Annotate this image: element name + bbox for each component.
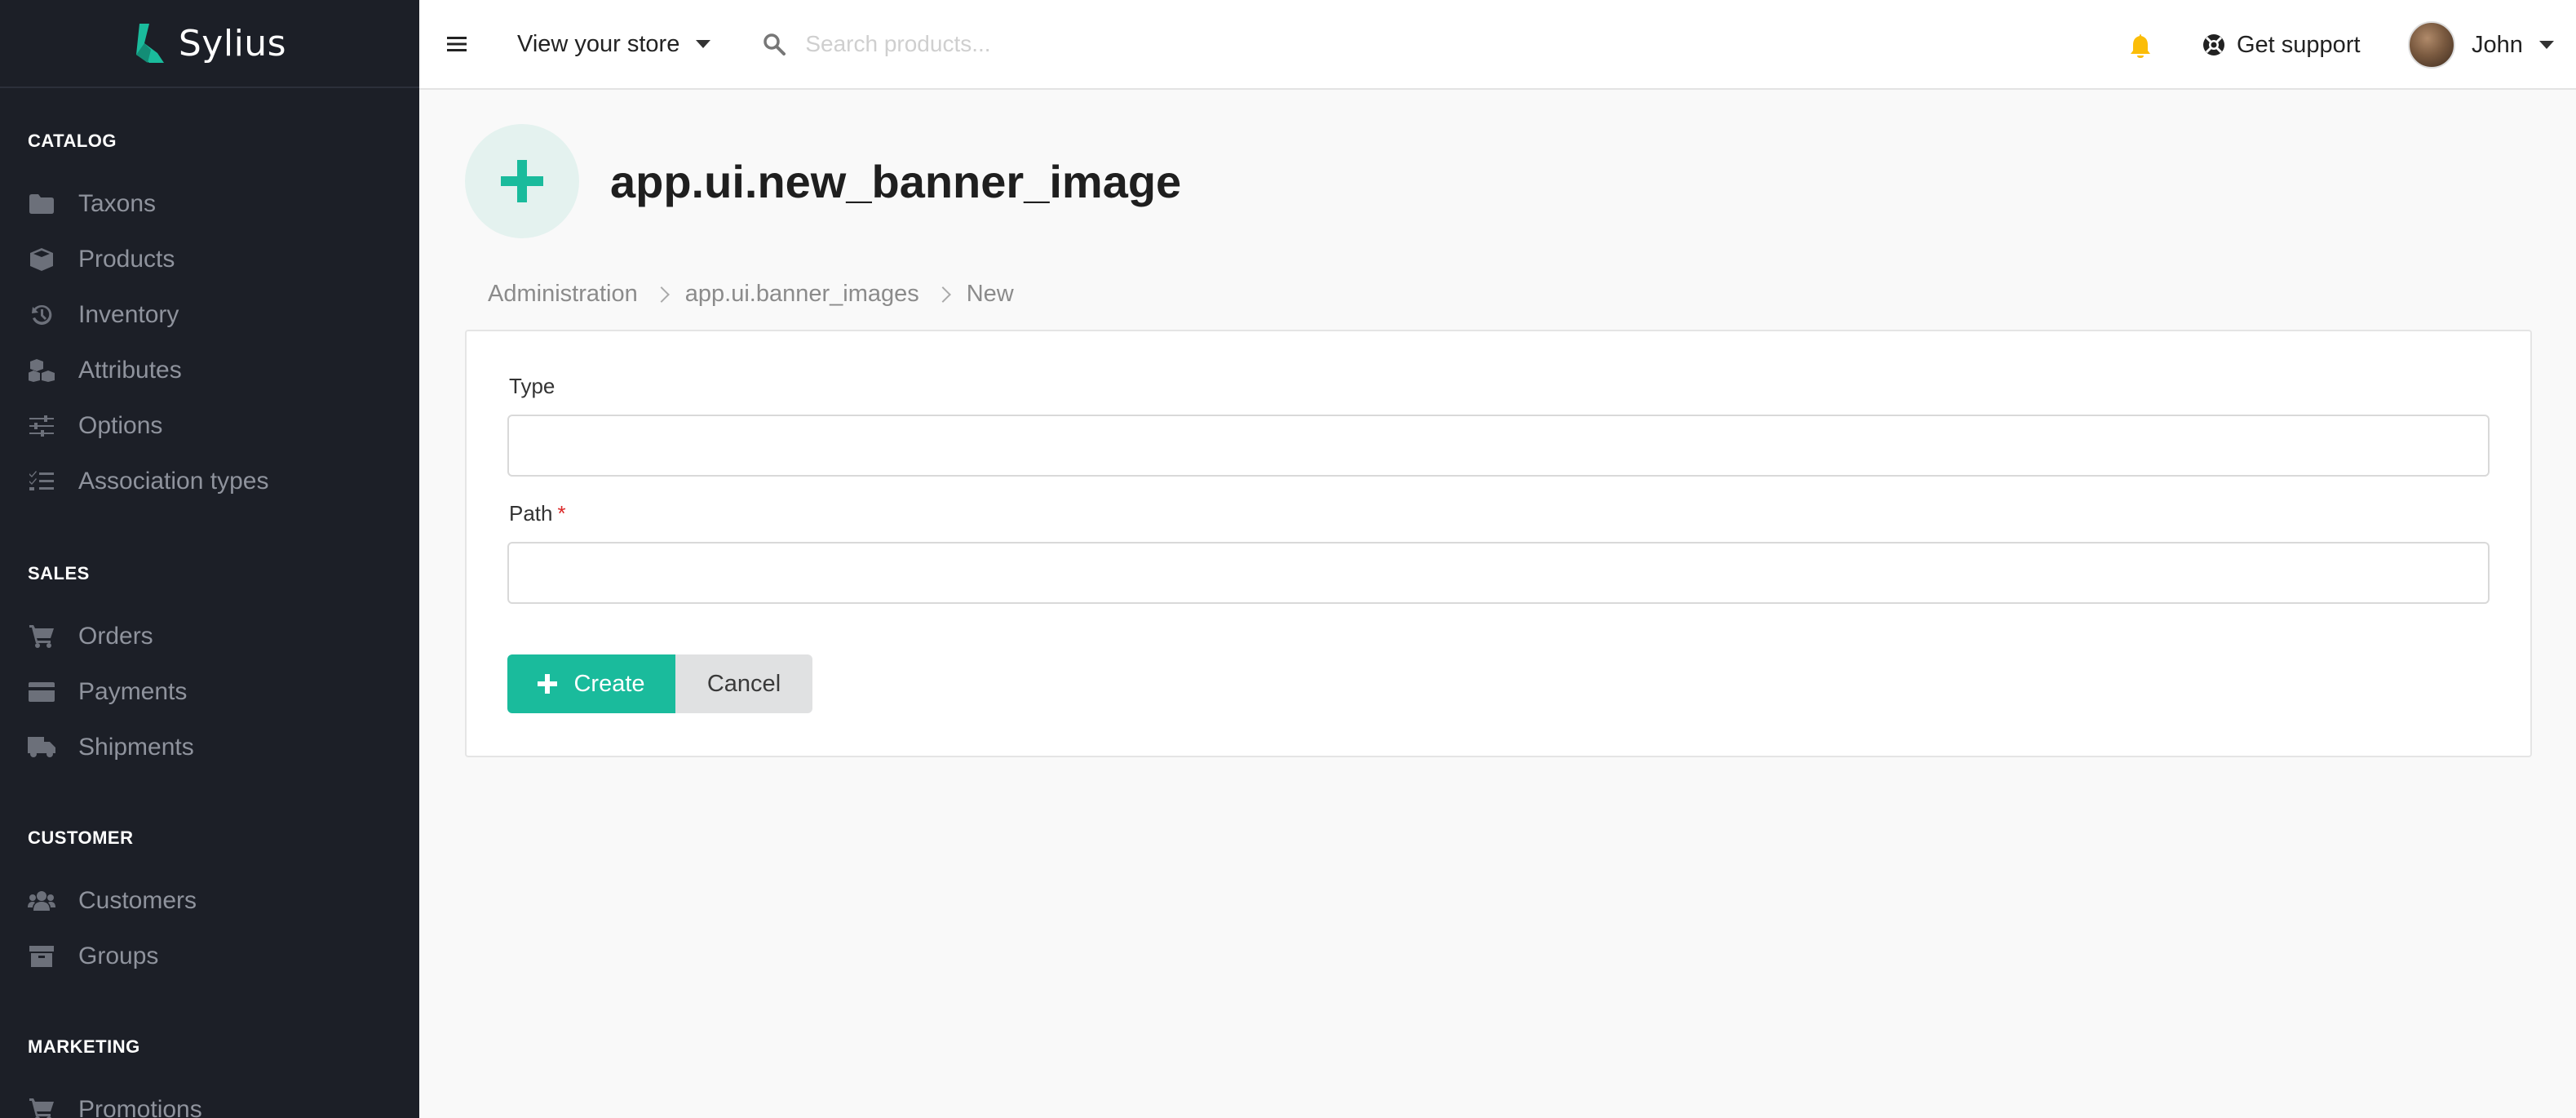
sidebar-item-attributes[interactable]: Attributes — [28, 343, 268, 398]
breadcrumb-administration[interactable]: Administration — [488, 281, 638, 308]
life-ring-icon — [2203, 34, 2224, 55]
sidebar-item-label: Promotions — [78, 1096, 202, 1118]
cube-icon — [28, 247, 55, 272]
sidebar-item-products[interactable]: Products — [28, 232, 268, 287]
cart-icon — [28, 624, 55, 649]
sidebar-item-shipments[interactable]: Shipments — [28, 720, 194, 775]
sidebar-item-label: Orders — [78, 623, 153, 650]
chevron-right-icon — [934, 286, 951, 303]
get-support-link[interactable]: Get support — [2202, 0, 2361, 90]
page-header: app.ui.new_banner_image — [465, 124, 1181, 238]
breadcrumb-current: New — [966, 281, 1014, 307]
nav-section-catalog: CATALOG — [28, 131, 117, 151]
type-input[interactable] — [507, 415, 2490, 477]
sylius-logo-icon — [135, 24, 164, 63]
sidebar-item-orders[interactable]: Orders — [28, 609, 194, 664]
plus-icon — [538, 674, 558, 694]
page-title: app.ui.new_banner_image — [610, 155, 1182, 207]
chevron-right-icon — [653, 286, 670, 303]
sidebar-item-label: Customers — [78, 887, 197, 914]
sidebar: Sylius CATALOG Taxons Products Inventory — [0, 0, 419, 1118]
tasks-icon — [28, 469, 55, 494]
nav-section-marketing: MARKETING — [28, 1036, 140, 1057]
search-icon — [764, 33, 786, 55]
search-input[interactable] — [805, 31, 1540, 57]
avatar — [2408, 21, 2455, 69]
view-store-dropdown[interactable]: View your store — [517, 30, 711, 58]
cancel-button[interactable]: Cancel — [675, 654, 812, 713]
chevron-down-icon — [2538, 41, 2554, 49]
topbar: View your store Get support John — [419, 0, 2576, 90]
sidebar-item-label: Association types — [78, 468, 269, 495]
hamburger-icon — [447, 37, 467, 51]
credit-card-icon — [28, 680, 55, 704]
notifications-bell-icon[interactable] — [2127, 33, 2153, 59]
get-support-label: Get support — [2237, 31, 2361, 58]
sidebar-item-customers[interactable]: Customers — [28, 873, 197, 929]
plus-icon — [501, 160, 543, 202]
create-button[interactable]: Create — [507, 654, 675, 713]
sidebar-item-payments[interactable]: Payments — [28, 664, 194, 720]
sidebar-item-label: Shipments — [78, 734, 194, 761]
sidebar-item-association-types[interactable]: Association types — [28, 454, 268, 509]
history-icon — [28, 303, 55, 327]
sidebar-item-taxons[interactable]: Taxons — [28, 176, 268, 232]
brand-name: Sylius — [178, 22, 287, 64]
path-label-text: Path — [509, 501, 553, 526]
brand[interactable]: Sylius — [0, 0, 419, 88]
search-bar — [763, 31, 2068, 57]
sidebar-item-label: Attributes — [78, 357, 182, 384]
sidebar-item-promotions[interactable]: Promotions — [28, 1082, 202, 1118]
sidebar-item-label: Inventory — [78, 301, 179, 328]
sidebar-item-label: Payments — [78, 678, 188, 705]
truck-icon — [28, 735, 55, 760]
header-icon-circle — [465, 124, 579, 238]
chevron-down-icon — [696, 40, 711, 48]
user-menu-dropdown[interactable]: John — [2408, 0, 2554, 90]
breadcrumb-banner-images[interactable]: app.ui.banner_images — [685, 281, 919, 308]
type-label-text: Type — [509, 374, 555, 398]
menu-toggle-button[interactable] — [447, 28, 489, 60]
users-icon — [28, 889, 55, 913]
cart-plus-icon — [28, 1098, 55, 1118]
nav-section-sales: SALES — [28, 563, 90, 583]
sidebar-item-options[interactable]: Options — [28, 398, 268, 454]
breadcrumb: Administration app.ui.banner_images New — [488, 281, 1014, 308]
sidebar-item-label: Groups — [78, 943, 159, 969]
sliders-icon — [28, 414, 55, 438]
nav-section-customer: CUSTOMER — [28, 827, 134, 848]
required-asterisk: * — [557, 501, 566, 526]
archive-icon — [28, 944, 55, 969]
create-button-label: Create — [573, 670, 645, 697]
sidebar-item-groups[interactable]: Groups — [28, 929, 197, 984]
path-field-label: Path * — [509, 501, 566, 526]
sidebar-item-inventory[interactable]: Inventory — [28, 287, 268, 343]
folder-icon — [28, 192, 55, 216]
banner-image-form: Type Path * Create Cancel — [465, 330, 2532, 757]
cubes-icon — [28, 358, 55, 383]
user-name: John — [2472, 31, 2523, 58]
sidebar-item-label: Options — [78, 412, 163, 439]
path-input[interactable] — [507, 542, 2490, 604]
view-store-label: View your store — [517, 30, 680, 57]
sidebar-item-label: Taxons — [78, 190, 157, 217]
cancel-button-label: Cancel — [706, 670, 781, 697]
type-field-label: Type — [509, 374, 555, 399]
sidebar-item-label: Products — [78, 246, 175, 273]
